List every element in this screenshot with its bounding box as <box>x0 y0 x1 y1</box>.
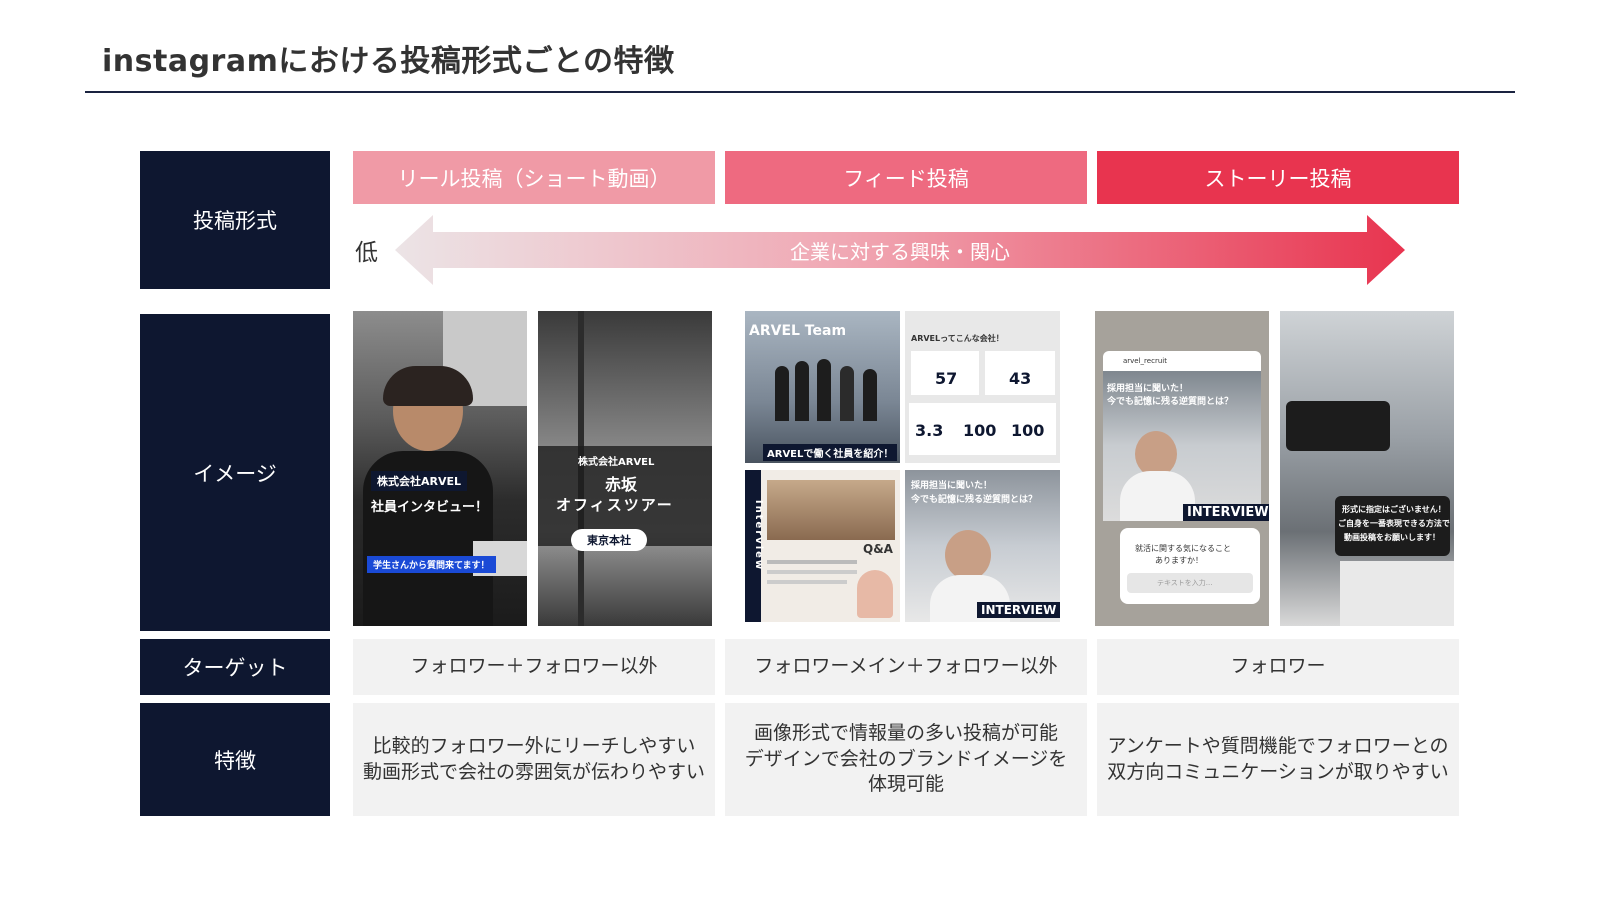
story1-text-7: テキストを入力... <box>1157 579 1213 587</box>
type-header-reel: リール投稿（ショート動画） <box>353 151 715 204</box>
type-header-story-text: ストーリー投稿 <box>1204 166 1352 191</box>
row-label-image: イメージ <box>140 314 330 631</box>
feed1-text-2: ARVELで働く社員を紹介！ <box>763 444 898 461</box>
row-label-feature: 特徴 <box>140 703 330 816</box>
feed-image-interview-qa: Interview Q&A <box>745 470 900 622</box>
target-cell-reel: フォロワー＋フォロワー以外 <box>353 639 715 695</box>
story2-text-3: 動画投稿をお願いします！ <box>1344 533 1440 542</box>
row-label-format-text: 投稿形式 <box>193 209 277 233</box>
story1-text-1: arvel_recruit <box>1123 357 1167 365</box>
story1-text-2: 採用担当に聞いた！ <box>1107 384 1189 394</box>
reel2-text-2: 赤坂 <box>605 475 638 494</box>
interest-arrow-label: 企業に対する興味・関心 <box>790 239 1010 264</box>
target-text-feed: フォロワーメイン＋フォロワー以外 <box>754 655 1058 678</box>
reel1-text-2: 社員インタビュー！ <box>371 500 489 515</box>
type-header-feed-text: フィード投稿 <box>843 166 969 191</box>
story-image-office: 形式に指定はございません！ ご自身を一番表現できる方法で 動画投稿をお願いします… <box>1280 311 1454 626</box>
feed-image-team: ARVEL Team ARVELで働く社員を紹介！ <box>745 311 900 463</box>
story1-text-6: ありますか！ <box>1155 556 1203 565</box>
feed4-text-3: INTERVIEW <box>977 602 1060 618</box>
interest-arrow: 企業に対する興味・関心 <box>395 215 1405 285</box>
feature-feed-line-1: 画像形式で情報量の多い投稿が可能 <box>753 722 1058 745</box>
feature-cell-reel: 比較的フォロワー外にリーチしやすい 動画形式で会社の雰囲気が伝わりやすい <box>353 703 715 816</box>
feature-reel-line-1: 比較的フォロワー外にリーチしやすい <box>372 734 696 757</box>
row-label-format: 投稿形式 <box>140 151 330 289</box>
reel2-text-1: 株式会社ARVEL <box>578 457 655 468</box>
feed-image-reverse-question: 採用担当に聞いた！ 今でも記憶に残る逆質問とは？ INTERVIEW <box>905 470 1060 622</box>
target-cell-feed: フォロワーメイン＋フォロワー以外 <box>725 639 1087 695</box>
feature-story-line-1: アンケートや質問機能でフォロワーとの <box>1107 734 1449 757</box>
type-header-story: ストーリー投稿 <box>1097 151 1459 204</box>
interest-low-label: 低 <box>355 240 378 266</box>
feed2-stat-1: 57 <box>935 369 958 388</box>
type-header-feed: フィード投稿 <box>725 151 1087 204</box>
row-label-target: ターゲット <box>140 639 330 695</box>
feed2-stat-3: 3.3 <box>915 421 944 440</box>
row-label-feature-text: 特徴 <box>214 748 256 773</box>
reel-image-office-tour: 株式会社ARVEL 赤坂 オフィスツアー 東京本社 <box>538 311 712 626</box>
feature-reel-line-2: 動画形式で会社の雰囲気が伝わりやすい <box>362 760 705 783</box>
story1-text-4: INTERVIEW <box>1183 504 1269 521</box>
feed2-stat-2: 43 <box>1009 369 1032 388</box>
row-label-image-text: イメージ <box>193 461 277 486</box>
feature-cell-story: アンケートや質問機能でフォロワーとの 双方向コミュニケーションが取りやすい <box>1097 703 1459 816</box>
story-image-question-box: arvel_recruit 採用担当に聞いた！ 今でも記憶に残る逆質問とは？ I… <box>1095 311 1269 626</box>
feature-feed-line-2: デザインで会社のブランドイメージを <box>744 747 1068 770</box>
title-divider <box>85 91 1515 93</box>
target-cell-story: フォロワー <box>1097 639 1459 695</box>
reel2-text-3: オフィスツアー <box>556 496 674 514</box>
feed3-text-2: Q&A <box>863 542 893 556</box>
row-label-target-text: ターゲット <box>182 656 288 680</box>
reel1-text-3: 学生さんから質問来てます！ <box>367 556 496 573</box>
reel-image-interview: 株式会社ARVEL 社員インタビュー！ 学生さんから質問来てます！ <box>353 311 527 626</box>
page-title: instagramにおける投稿形式ごとの特徴 <box>102 44 675 79</box>
reel2-text-4: 東京本社 <box>571 529 647 551</box>
feature-cell-feed: 画像形式で情報量の多い投稿が可能 デザインで会社のブランドイメージを 体現可能 <box>725 703 1087 816</box>
reel1-text-1: 株式会社ARVEL <box>371 471 468 491</box>
feature-feed-line-3: 体現可能 <box>867 773 944 796</box>
feed4-text-2: 今でも記憶に残る逆質問とは？ <box>911 495 1038 505</box>
feature-story-line-2: 双方向コミュニケーションが取りやすい <box>1107 760 1449 783</box>
feed1-text-1: ARVEL Team <box>749 323 847 339</box>
type-header-reel-text: リール投稿（ショート動画） <box>397 166 671 191</box>
feed4-text-1: 採用担当に聞いた！ <box>911 481 993 491</box>
feed2-text-1: ARVELってこんな会社！ <box>911 334 1004 343</box>
feed2-stat-5: 100 <box>1011 421 1045 440</box>
target-text-story: フォロワー <box>1230 655 1326 678</box>
story1-text-5: 就活に関する気になること <box>1135 544 1231 553</box>
feed3-text-1: Interview <box>753 499 765 572</box>
story1-text-3: 今でも記憶に残る逆質問とは？ <box>1107 397 1234 407</box>
target-text-reel: フォロワー＋フォロワー以外 <box>410 655 658 678</box>
feed2-stat-4: 100 <box>963 421 997 440</box>
story2-text-1: 形式に指定はございません！ <box>1342 505 1446 514</box>
feed-image-stats: ARVELってこんな会社！ 57 43 3.3 100 100 <box>905 311 1060 463</box>
story2-text-2: ご自身を一番表現できる方法で <box>1338 519 1450 528</box>
